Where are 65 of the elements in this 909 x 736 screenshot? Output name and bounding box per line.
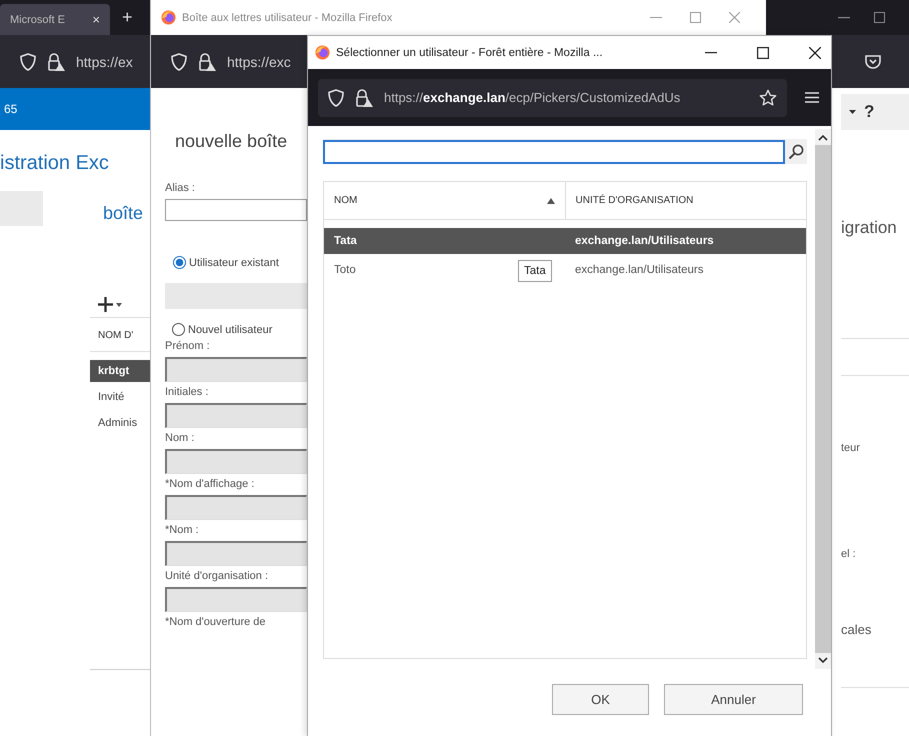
maximize-icon[interactable] [757, 46, 769, 58]
shield-icon[interactable] [328, 88, 344, 106]
pocket-icon[interactable] [865, 54, 881, 69]
address-bar[interactable]: https://exchange.lan/ecp/Pickers/CustomizedAdUs [318, 78, 787, 116]
browser-logo-icon [315, 45, 330, 60]
search-icon [788, 144, 804, 160]
new-tab-button[interactable]: + [122, 7, 133, 28]
field-label: Initiales : [165, 386, 210, 398]
field-label: *Nom d'affichage : [165, 478, 256, 490]
list-row[interactable]: Invité [90, 386, 150, 408]
radio-label[interactable]: Nouvel utilisateur [188, 324, 272, 336]
field-label: *Nom d'ouverture de [165, 616, 267, 628]
radio-icon[interactable] [173, 256, 186, 269]
detail-text: el : [841, 548, 857, 560]
address-text[interactable]: https://exc [227, 54, 291, 70]
tab-label: igration [841, 218, 898, 238]
radio-button[interactable]: Utilisateur existant [173, 256, 279, 269]
app-title: 65 [4, 102, 18, 116]
plus-icon[interactable] [98, 297, 113, 312]
table-cell[interactable]: exchange.lan/Utilisateurs [565, 228, 806, 254]
column-header[interactable]: NOM [324, 182, 564, 219]
field-label: Unité d'organisation : [165, 570, 269, 582]
radio-label[interactable]: Utilisateur existant [189, 256, 279, 268]
star-icon[interactable] [759, 88, 777, 106]
window-title: Sélectionner un utilisateur - Forêt entière - Mozilla ... [336, 46, 603, 58]
shield-icon[interactable] [20, 52, 36, 70]
browser-logo-icon [161, 10, 176, 25]
field-label: *Nom : [165, 524, 200, 536]
window-title: Boîte aux lettres utilisateur - Mozilla Firefox [182, 12, 392, 24]
caret-icon[interactable] [116, 302, 122, 306]
field-label: Prénom : [165, 340, 211, 352]
shield-icon[interactable] [171, 52, 187, 70]
list-row[interactable]: Adminis [90, 412, 150, 434]
chevron-down-icon[interactable] [818, 657, 828, 663]
address-text: https://exchange.lan/ecp/Pickers/CustomizedAdUs [384, 90, 680, 105]
address-text[interactable]: https://ex [76, 54, 133, 70]
menu-icon[interactable] [805, 92, 819, 103]
alias-field[interactable] [165, 199, 307, 221]
caret-icon[interactable] [849, 110, 856, 114]
search-field[interactable] [323, 140, 785, 164]
lock-warning-icon[interactable] [46, 52, 66, 72]
dialog-heading: nouvelle boîte [175, 131, 288, 152]
column-header[interactable]: UNITÉ D'ORGANISATION [564, 182, 806, 219]
page-title: istration Exc [0, 152, 110, 175]
lock-warning-icon[interactable] [354, 88, 374, 108]
section-title: boîte [103, 203, 144, 224]
detail-text: cales [841, 622, 872, 637]
help-link[interactable]: ? [864, 102, 874, 122]
minimize-icon[interactable] [705, 52, 717, 54]
table-cell[interactable]: exchange.lan/Utilisateurs [575, 264, 704, 276]
browser-tab[interactable]: Microsoft E × [0, 4, 110, 35]
dialog-button[interactable]: Annuler [664, 684, 803, 715]
table-cell[interactable]: Toto [334, 264, 356, 276]
detail-text: teur [841, 442, 861, 454]
dialog-button[interactable]: OK [552, 684, 649, 715]
lock-warning-icon[interactable] [197, 52, 217, 72]
field-label: Alias : [165, 182, 196, 194]
radio-button[interactable]: Nouvel utilisateur [172, 323, 272, 336]
list-row[interactable]: krbtgt [90, 360, 150, 382]
radio-icon[interactable] [172, 323, 185, 336]
tooltip: Tata [518, 260, 552, 282]
chevron-up-icon[interactable] [818, 135, 828, 141]
close-icon[interactable] [809, 46, 821, 58]
field-label: Nom : [165, 432, 196, 444]
table-cell[interactable]: Tata [324, 228, 565, 254]
